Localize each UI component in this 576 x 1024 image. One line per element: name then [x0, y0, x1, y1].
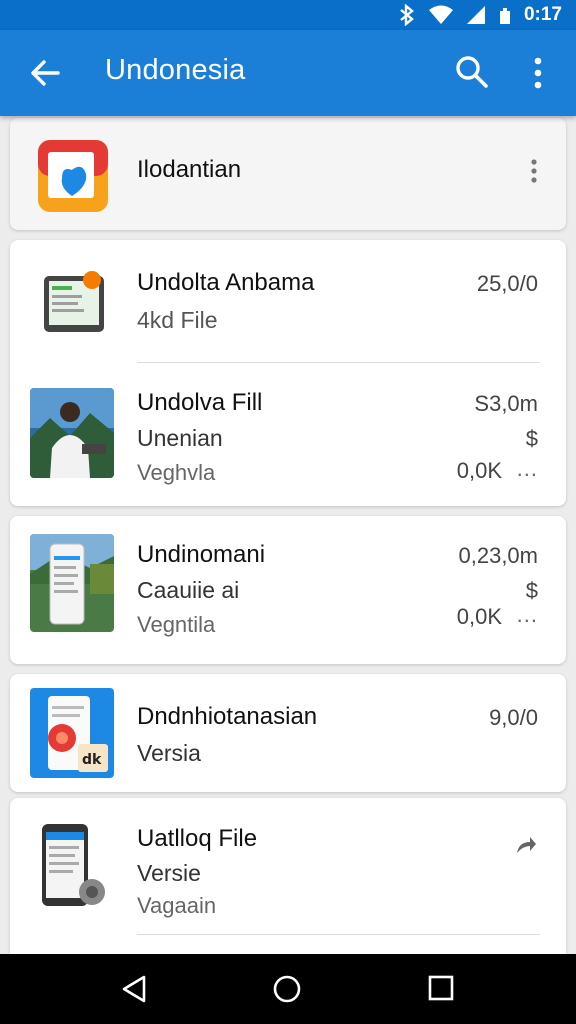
item-subtitle: Unenian	[137, 425, 223, 451]
share-arrow-icon[interactable]	[514, 834, 538, 856]
phone-thumbnail	[30, 534, 114, 632]
more-horiz-icon[interactable]: ...	[517, 602, 538, 628]
status-time: 0:17	[523, 4, 562, 25]
top-item-title: Ilodantian	[137, 156, 242, 183]
nav-home-icon[interactable]	[272, 974, 302, 1004]
file-card[interactable]: dk Dndnhiotanasian Versia 9,0/0	[10, 674, 566, 792]
content-list[interactable]: Ilodantian Undolta Anbama 4kd File 25,0/…	[0, 116, 576, 954]
file-card[interactable]: Uatlloq File Versie Vagaain	[10, 798, 566, 954]
back-arrow-icon[interactable]	[28, 56, 62, 90]
divider	[137, 362, 540, 363]
photo-thumbnail	[30, 388, 114, 478]
file-card: Undolta Anbama 4kd File 25,0/0 Undolva F…	[10, 240, 566, 506]
item-title: Undolta Anbama	[137, 269, 315, 296]
tablet-thumbnail	[42, 268, 106, 336]
status-bar: 0:17	[0, 0, 576, 30]
item-subtitle: Versia	[137, 740, 201, 766]
app-bar: Undonesia	[0, 30, 576, 116]
battery-icon	[499, 8, 510, 24]
signal-icon	[466, 6, 485, 24]
item-price: $	[525, 578, 538, 603]
item-size: 25,0/0	[476, 271, 538, 296]
item-title: Uatlloq File	[137, 825, 258, 852]
item-detail: Vagaain	[137, 893, 217, 918]
more-vert-icon[interactable]	[530, 158, 538, 184]
item-detail: Veghvla	[137, 460, 216, 485]
list-item[interactable]: Undolva Fill Unenian Veghvla S3,0m $ 0,0…	[10, 364, 566, 506]
app-thumbnail: dk	[30, 688, 114, 778]
nav-recents-icon[interactable]	[428, 974, 454, 1002]
app-icon	[38, 140, 108, 212]
item-size: 9,0/0	[489, 705, 538, 730]
item-subtitle: 4kd File	[137, 307, 218, 333]
nav-back-icon[interactable]	[120, 974, 148, 1004]
item-subtitle: Versie	[137, 860, 201, 886]
svg-text:dk: dk	[82, 752, 102, 768]
item-title: Undinomani	[137, 541, 266, 568]
system-nav-bar	[0, 954, 576, 1024]
search-icon[interactable]	[454, 54, 490, 90]
more-vert-icon[interactable]	[526, 54, 550, 92]
item-extra: 0,0K	[456, 458, 502, 483]
wifi-icon	[428, 5, 453, 24]
item-title: Undolva Fill	[137, 389, 263, 416]
list-item[interactable]: Undolta Anbama 4kd File 25,0/0	[10, 240, 566, 364]
phone-thumbnail	[30, 820, 114, 914]
more-horiz-icon[interactable]: ...	[517, 456, 538, 482]
item-subtitle: Caauiie ai	[137, 577, 240, 603]
item-title: Dndnhiotanasian	[137, 703, 318, 730]
bluetooth-icon	[400, 4, 414, 26]
top-card[interactable]: Ilodantian	[10, 118, 566, 230]
page-title: Undonesia	[105, 54, 246, 86]
divider	[137, 934, 540, 935]
file-card[interactable]: Undinomani Caauiie ai Vegntila 0,23,0m $…	[10, 516, 566, 664]
item-price: $	[525, 426, 538, 451]
item-size: 0,23,0m	[458, 543, 539, 568]
item-detail: Vegntila	[137, 612, 216, 637]
item-size: S3,0m	[474, 391, 538, 416]
item-extra: 0,0K	[456, 604, 502, 629]
